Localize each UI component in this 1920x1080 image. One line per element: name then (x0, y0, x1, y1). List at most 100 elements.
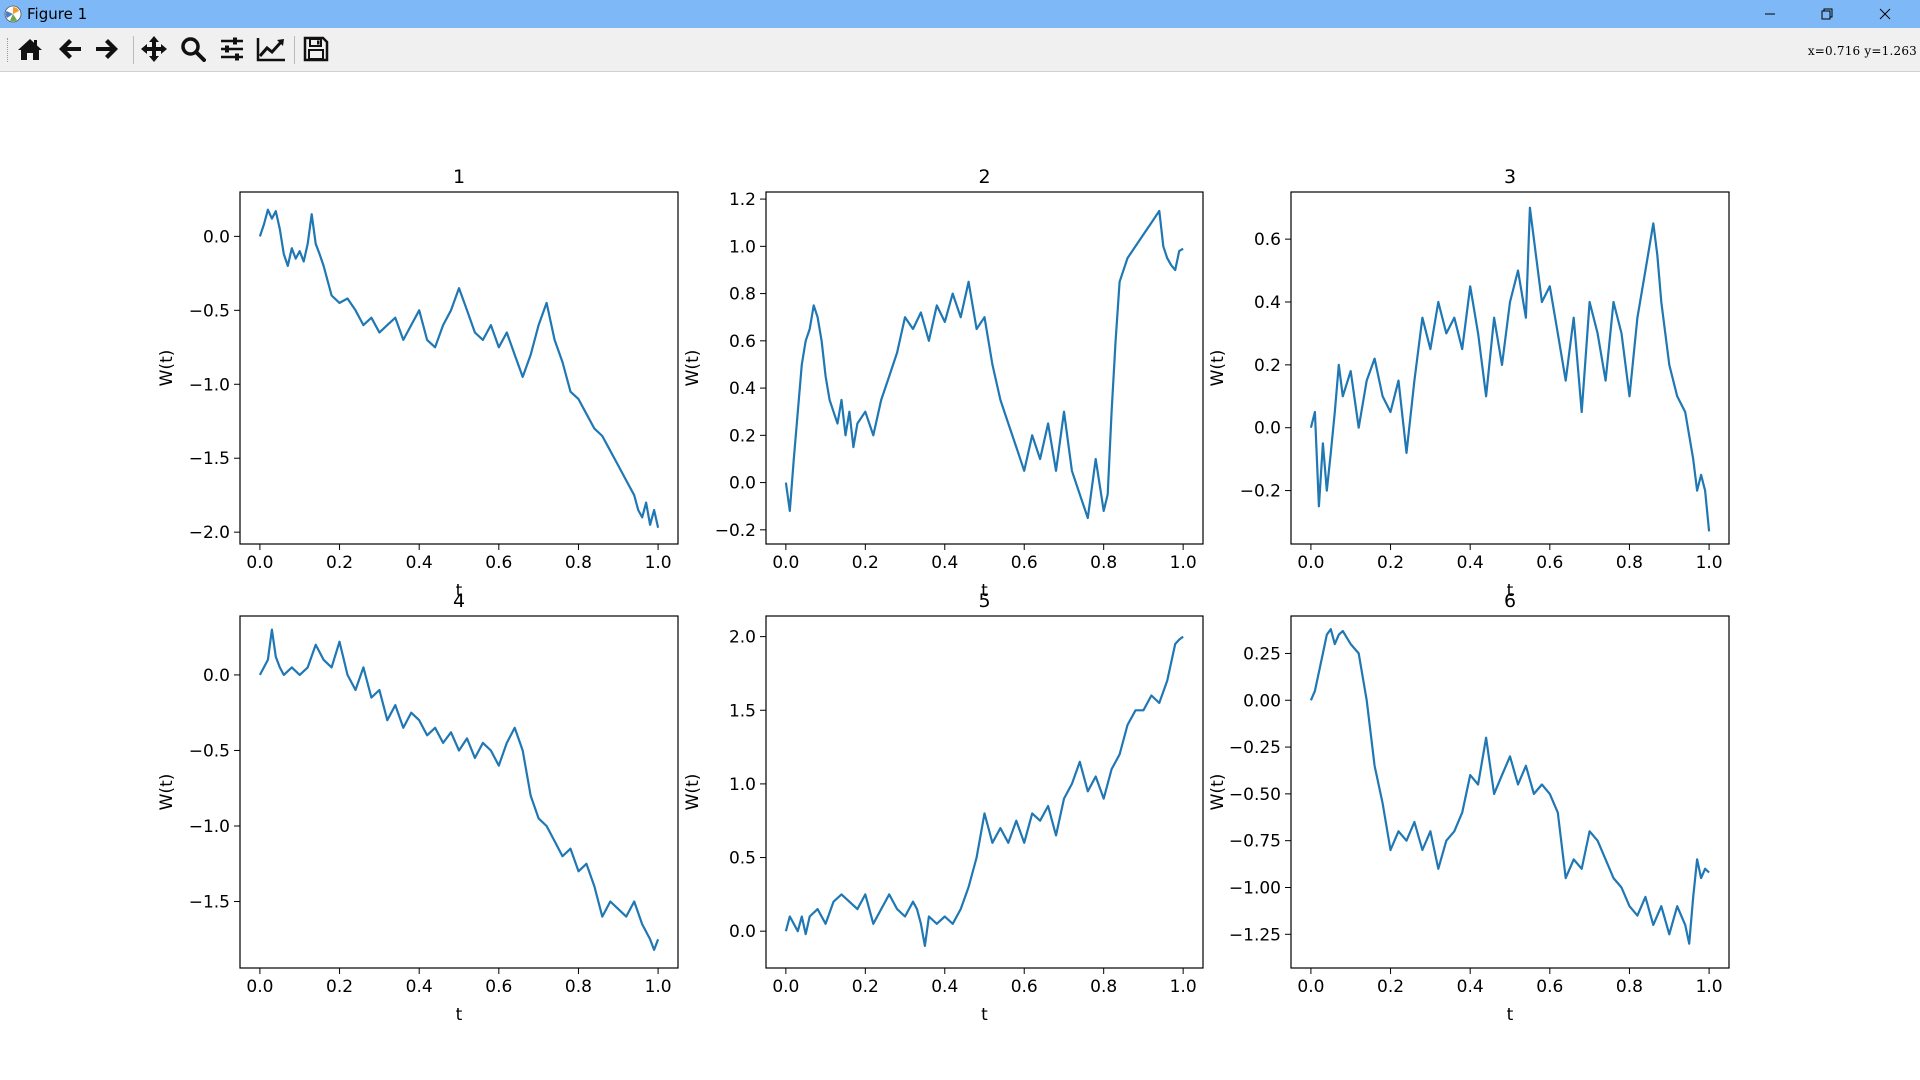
y-tick-label: −1.0 (189, 375, 230, 395)
y-tick-label: −1.00 (1229, 878, 1281, 898)
y-tick-label: 0.6 (1254, 230, 1281, 250)
y-axis-label: W(t) (683, 350, 703, 387)
navigation-toolbar: x=0.716 y=1.263 (0, 28, 1920, 72)
x-tick-label: 0.8 (1090, 977, 1117, 997)
window-titlebar[interactable]: Figure 1 (0, 0, 1920, 28)
x-tick-label: 0.4 (1457, 553, 1484, 573)
close-icon (1879, 8, 1891, 20)
series-line (784, 209, 1184, 520)
y-tick-label: 0.2 (729, 426, 756, 446)
close-button[interactable] (1862, 0, 1908, 28)
x-tick-label: 0.8 (565, 977, 592, 997)
y-tick-label: −1.0 (189, 817, 230, 837)
y-tick-label: −1.5 (189, 449, 230, 469)
axes-frame (239, 191, 679, 545)
y-tick-label: −0.75 (1229, 832, 1281, 852)
toolbar-grip[interactable] (7, 38, 10, 62)
y-tick-label: 1.2 (729, 190, 756, 210)
subplot-title: 1 (453, 166, 465, 188)
edit-axes-button[interactable] (255, 33, 287, 65)
x-tick-label: 0.6 (485, 553, 512, 573)
x-tick-label: 0.6 (1536, 977, 1563, 997)
x-axis-label: t (1507, 1005, 1514, 1025)
zoom-button[interactable] (177, 33, 209, 65)
window-title: Figure 1 (27, 5, 88, 23)
x-tick-label: 0.6 (1011, 977, 1038, 997)
back-button[interactable] (54, 33, 86, 65)
y-tick-label: 0.4 (1254, 293, 1281, 313)
x-tick-label: 0.6 (485, 977, 512, 997)
pan-button[interactable] (138, 33, 170, 65)
x-tick-label: 0.0 (1297, 977, 1324, 997)
y-tick-label: 2.0 (729, 628, 756, 648)
x-tick-label: 0.2 (326, 977, 353, 997)
y-tick-label: 0.0 (729, 922, 756, 942)
subplot-5[interactable]: 5 0.0 0.2 0.4 0.6 0.8 1.0 0.0 0.5 1.0 1.5 2.0 t W(t) (683, 590, 1204, 1025)
subplot-1[interactable]: 10.0 0.2 0.4 0.6 0.8 1.00.0−0.5−1.0−1.5−2.0tW… (157, 166, 679, 601)
y-tick-label: 0.0 (203, 227, 230, 247)
y-tick-label: −1.5 (189, 893, 230, 913)
y-axis-label: W(t) (1208, 774, 1228, 811)
x-tick-label: 0.8 (1090, 553, 1117, 573)
x-tick-label: 0.2 (852, 553, 879, 573)
y-tick-label: −0.2 (715, 521, 756, 541)
x-tick-label: 0.0 (246, 553, 273, 573)
toolbar-separator (133, 36, 134, 64)
x-tick-label: 0.2 (1377, 977, 1404, 997)
x-tick-label: 0.0 (1297, 553, 1324, 573)
series-line (1309, 206, 1711, 532)
x-tick-label: 0.8 (565, 553, 592, 573)
subplot-title: 2 (978, 166, 990, 188)
x-tick-label: 1.0 (1696, 977, 1723, 997)
x-tick-label: 1.0 (645, 553, 672, 573)
y-tick-label: 1.0 (729, 775, 756, 795)
y-tick-label: 0.6 (729, 332, 756, 352)
y-tick-label: 0.8 (729, 285, 756, 305)
x-tick-label: 1.0 (1170, 553, 1197, 573)
y-tick-label: 0.25 (1243, 644, 1281, 664)
arrow-right-icon (96, 39, 118, 59)
minimize-button[interactable] (1747, 0, 1793, 28)
x-tick-label: 0.2 (1377, 553, 1404, 573)
subplot-2[interactable]: 2 0.0 0.2 0.4 0.6 0.8 1.0 −0.2 0.0 0.2 0.4 0.6 0.8 1.… (683, 166, 1204, 601)
axes-frame (765, 615, 1204, 969)
minimize-icon (1765, 13, 1775, 15)
y-tick-label: −0.25 (1229, 738, 1281, 758)
y-tick-label: −0.2 (1240, 482, 1281, 502)
x-tick-label: 0.4 (1457, 977, 1484, 997)
y-tick-label: 0.5 (729, 849, 756, 869)
forward-button[interactable] (91, 33, 123, 65)
series-line (784, 635, 1184, 947)
y-tick-label: 1.0 (729, 237, 756, 257)
y-tick-label: −2.0 (189, 523, 230, 543)
x-tick-label: 0.0 (246, 977, 273, 997)
home-button[interactable] (14, 33, 46, 65)
x-tick-label: 0.2 (852, 977, 879, 997)
y-tick-label: −0.5 (189, 741, 230, 761)
subplot-title: 3 (1504, 166, 1516, 188)
figure-canvas[interactable]: 1 0.0 0.2 0.4 0.6 0.8 1.0 0.0 −0.5 −1.0 −1.5 −2.0 t W… (0, 72, 1920, 1080)
y-tick-label: 0.0 (729, 474, 756, 494)
restore-button[interactable] (1804, 0, 1850, 28)
y-tick-label: 0.4 (729, 379, 756, 399)
x-axis-label: t (981, 1005, 988, 1025)
x-tick-label: 0.8 (1616, 977, 1643, 997)
x-tick-label: 0.6 (1536, 553, 1563, 573)
subplot-6[interactable]: 6 0.0 0.2 0.4 0.6 0.8 1.0 0.25 0.00 −0.25 −0.50 −0.… (1208, 590, 1730, 1025)
subplot-title: 5 (978, 590, 990, 612)
x-tick-label: 0.4 (931, 553, 958, 573)
x-tick-label: 1.0 (1170, 977, 1197, 997)
y-tick-label: −0.5 (189, 301, 230, 321)
y-tick-label: −0.50 (1229, 785, 1281, 805)
subplot-3[interactable]: 30.0 0.2 0.4 0.6 0.8 1.0−0.20.00.20.40.6tW(t) (1208, 166, 1730, 601)
x-tick-label: 0.4 (931, 977, 958, 997)
x-tick-label: 0.0 (772, 553, 799, 573)
magnifier-icon (181, 37, 206, 62)
save-button[interactable] (300, 33, 332, 65)
y-tick-label: 0.0 (1254, 419, 1281, 439)
configure-subplots-button[interactable] (216, 33, 248, 65)
subplot-4[interactable]: 4 0.0 0.2 0.4 0.6 0.8 1.0 0.0 −0.5 −1.0 −1.5 t W(t) (157, 590, 679, 1025)
y-tick-label: 1.5 (729, 701, 756, 721)
restore-icon (1821, 8, 1833, 20)
home-icon (18, 39, 42, 60)
